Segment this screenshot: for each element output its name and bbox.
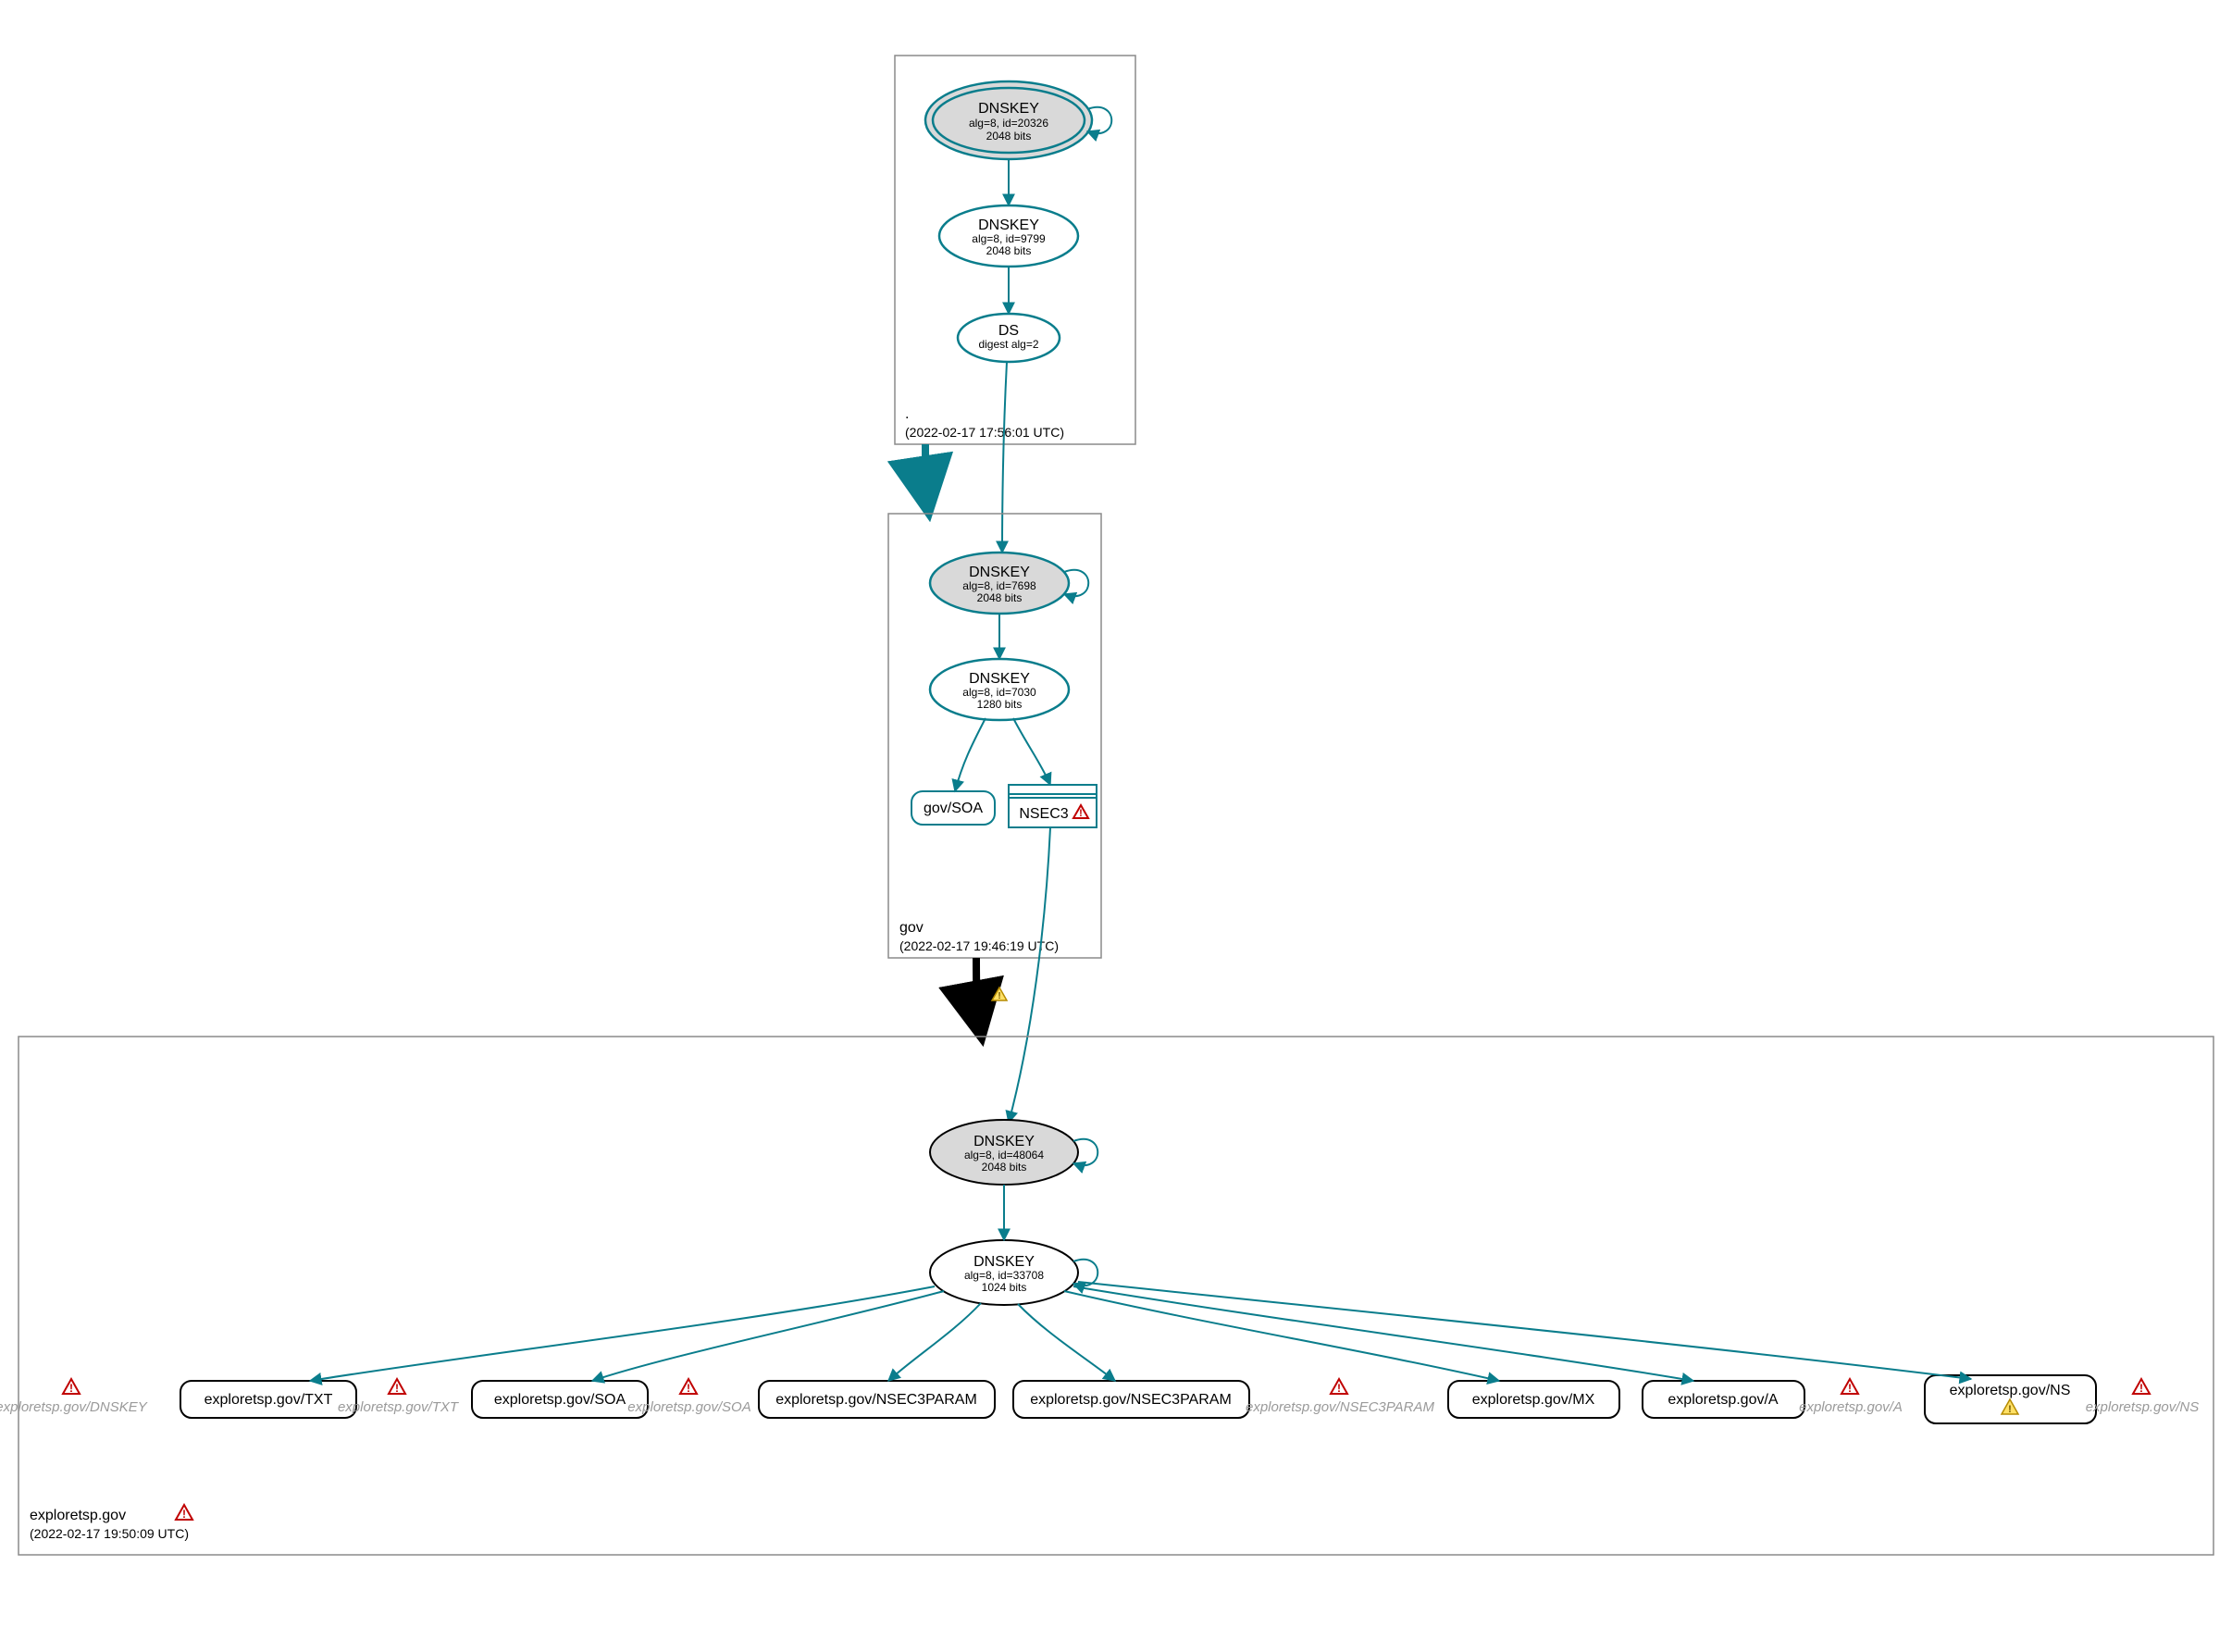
warning-icon: !: [389, 1379, 405, 1395]
svg-text:exploretsp.gov/NS: exploretsp.gov/NS: [1950, 1383, 2071, 1398]
node-rr-soa: exploretsp.gov/SOA: [472, 1381, 648, 1418]
svg-text:DNSKEY: DNSKEY: [969, 565, 1030, 580]
node-gov-zsk: DNSKEY alg=8, id=7030 1280 bits: [930, 659, 1069, 720]
node-exp-ksk: DNSKEY alg=8, id=48064 2048 bits: [930, 1120, 1097, 1185]
svg-text:!: !: [182, 1508, 186, 1521]
zone-root-timestamp: (2022-02-17 17:56:01 UTC): [905, 425, 1064, 440]
svg-text:exploretsp.gov/DNSKEY: exploretsp.gov/DNSKEY: [0, 1399, 148, 1415]
node-gov-nsec3: NSEC3 !: [1009, 785, 1097, 827]
svg-text:1024 bits: 1024 bits: [982, 1281, 1027, 1294]
node-root-zsk: DNSKEY alg=8, id=9799 2048 bits: [939, 205, 1078, 267]
svg-text:2048 bits: 2048 bits: [982, 1161, 1027, 1174]
svg-text:exploretsp.gov/MX: exploretsp.gov/MX: [1472, 1392, 1595, 1408]
ghost-a: ! exploretsp.gov/A: [1799, 1379, 1903, 1415]
node-rr-txt: exploretsp.gov/TXT: [180, 1381, 356, 1418]
svg-text:!: !: [1337, 1382, 1341, 1395]
svg-text:!: !: [69, 1382, 73, 1395]
svg-text:alg=8, id=9799: alg=8, id=9799: [972, 232, 1046, 245]
node-root-ds: DS digest alg=2: [958, 314, 1060, 362]
svg-text:DNSKEY: DNSKEY: [978, 101, 1039, 117]
svg-text:digest alg=2: digest alg=2: [978, 338, 1038, 351]
svg-text:alg=8, id=33708: alg=8, id=33708: [964, 1269, 1044, 1282]
svg-text:exploretsp.gov/NSEC3PARAM: exploretsp.gov/NSEC3PARAM: [1030, 1392, 1232, 1408]
dnssec-diagram: . (2022-02-17 17:56:01 UTC) DNSKEY alg=8…: [0, 0, 2232, 1652]
warning-icon: !: [992, 987, 1007, 1001]
zone-exp-label: exploretsp.gov: [30, 1508, 126, 1523]
warning-icon: !: [2133, 1379, 2150, 1395]
warning-icon: !: [680, 1379, 697, 1395]
warning-icon: !: [176, 1505, 192, 1521]
svg-text:DNSKEY: DNSKEY: [973, 1134, 1035, 1149]
zone-gov-label: gov: [899, 920, 924, 936]
svg-text:DS: DS: [998, 323, 1019, 339]
svg-text:DNSKEY: DNSKEY: [969, 671, 1030, 687]
edge-gov-to-exp-black: [976, 958, 981, 1034]
node-rr-nsec3param-b: exploretsp.gov/NSEC3PARAM: [1013, 1381, 1249, 1418]
svg-text:2048 bits: 2048 bits: [977, 591, 1023, 604]
svg-text:DNSKEY: DNSKEY: [973, 1254, 1035, 1270]
node-rr-ns: exploretsp.gov/NS !: [1925, 1375, 2096, 1423]
svg-text:1280 bits: 1280 bits: [977, 698, 1023, 711]
svg-text:!: !: [2008, 1404, 2012, 1415]
svg-text:!: !: [687, 1382, 690, 1395]
svg-text:alg=8, id=7030: alg=8, id=7030: [962, 686, 1036, 699]
svg-text:alg=8, id=20326: alg=8, id=20326: [969, 117, 1048, 130]
zone-gov: gov (2022-02-17 19:46:19 UTC) DNSKEY alg…: [888, 514, 1101, 958]
edge-ds-to-gov-ksk: [1002, 362, 1007, 553]
node-rr-nsec3param-a: exploretsp.gov/NSEC3PARAM: [759, 1381, 995, 1418]
svg-text:!: !: [1079, 808, 1083, 819]
svg-text:!: !: [1848, 1382, 1852, 1395]
svg-text:exploretsp.gov/TXT: exploretsp.gov/TXT: [205, 1392, 333, 1408]
svg-text:!: !: [395, 1382, 399, 1395]
zone-exp-timestamp: (2022-02-17 19:50:09 UTC): [30, 1526, 189, 1541]
svg-text:exploretsp.gov/NS: exploretsp.gov/NS: [2086, 1399, 2200, 1415]
warning-icon: !: [1331, 1379, 1347, 1395]
svg-text:exploretsp.gov/A: exploretsp.gov/A: [1668, 1392, 1779, 1408]
warning-icon: !: [1841, 1379, 1858, 1395]
edge-root-to-gov-thick: [925, 444, 928, 509]
svg-text:exploretsp.gov/SOA: exploretsp.gov/SOA: [627, 1399, 750, 1415]
node-rr-mx: exploretsp.gov/MX: [1448, 1381, 1619, 1418]
svg-text:alg=8, id=7698: alg=8, id=7698: [962, 579, 1036, 592]
node-gov-ksk: DNSKEY alg=8, id=7698 2048 bits: [930, 553, 1088, 614]
svg-text:alg=8, id=48064: alg=8, id=48064: [964, 1149, 1044, 1161]
ghost-ns: ! exploretsp.gov/NS: [2086, 1379, 2200, 1415]
svg-text:!: !: [2139, 1382, 2143, 1395]
svg-text:2048 bits: 2048 bits: [986, 244, 1032, 257]
zone-root: . (2022-02-17 17:56:01 UTC) DNSKEY alg=8…: [895, 56, 1135, 444]
svg-text:exploretsp.gov/TXT: exploretsp.gov/TXT: [338, 1399, 460, 1415]
zone-root-label: .: [905, 406, 909, 422]
node-exp-zsk: DNSKEY alg=8, id=33708 1024 bits: [930, 1240, 1097, 1305]
svg-text:NSEC3: NSEC3: [1019, 806, 1068, 822]
zone-exploretsp: exploretsp.gov ! (2022-02-17 19:50:09 UT…: [0, 1037, 2213, 1555]
svg-text:gov/SOA: gov/SOA: [924, 801, 983, 816]
node-rr-a: exploretsp.gov/A: [1643, 1381, 1804, 1418]
ghost-dnskey: ! exploretsp.gov/DNSKEY: [0, 1379, 148, 1415]
ghost-nsec3param: ! exploretsp.gov/NSEC3PARAM: [1246, 1379, 1434, 1415]
svg-text:exploretsp.gov/A: exploretsp.gov/A: [1799, 1399, 1903, 1415]
node-root-ksk: DNSKEY alg=8, id=20326 2048 bits: [925, 81, 1111, 159]
warning-icon: !: [63, 1379, 80, 1395]
zone-gov-timestamp: (2022-02-17 19:46:19 UTC): [899, 938, 1059, 953]
svg-text:exploretsp.gov/NSEC3PARAM: exploretsp.gov/NSEC3PARAM: [1246, 1399, 1434, 1415]
node-gov-soa: gov/SOA: [911, 791, 995, 825]
svg-text:DNSKEY: DNSKEY: [978, 217, 1039, 233]
svg-text:2048 bits: 2048 bits: [986, 130, 1032, 143]
edge-nsec3-to-exp-ksk: [1009, 827, 1050, 1123]
svg-text:exploretsp.gov/SOA: exploretsp.gov/SOA: [494, 1392, 626, 1408]
svg-text:exploretsp.gov/NSEC3PARAM: exploretsp.gov/NSEC3PARAM: [775, 1392, 977, 1408]
svg-text:!: !: [998, 991, 1000, 1001]
